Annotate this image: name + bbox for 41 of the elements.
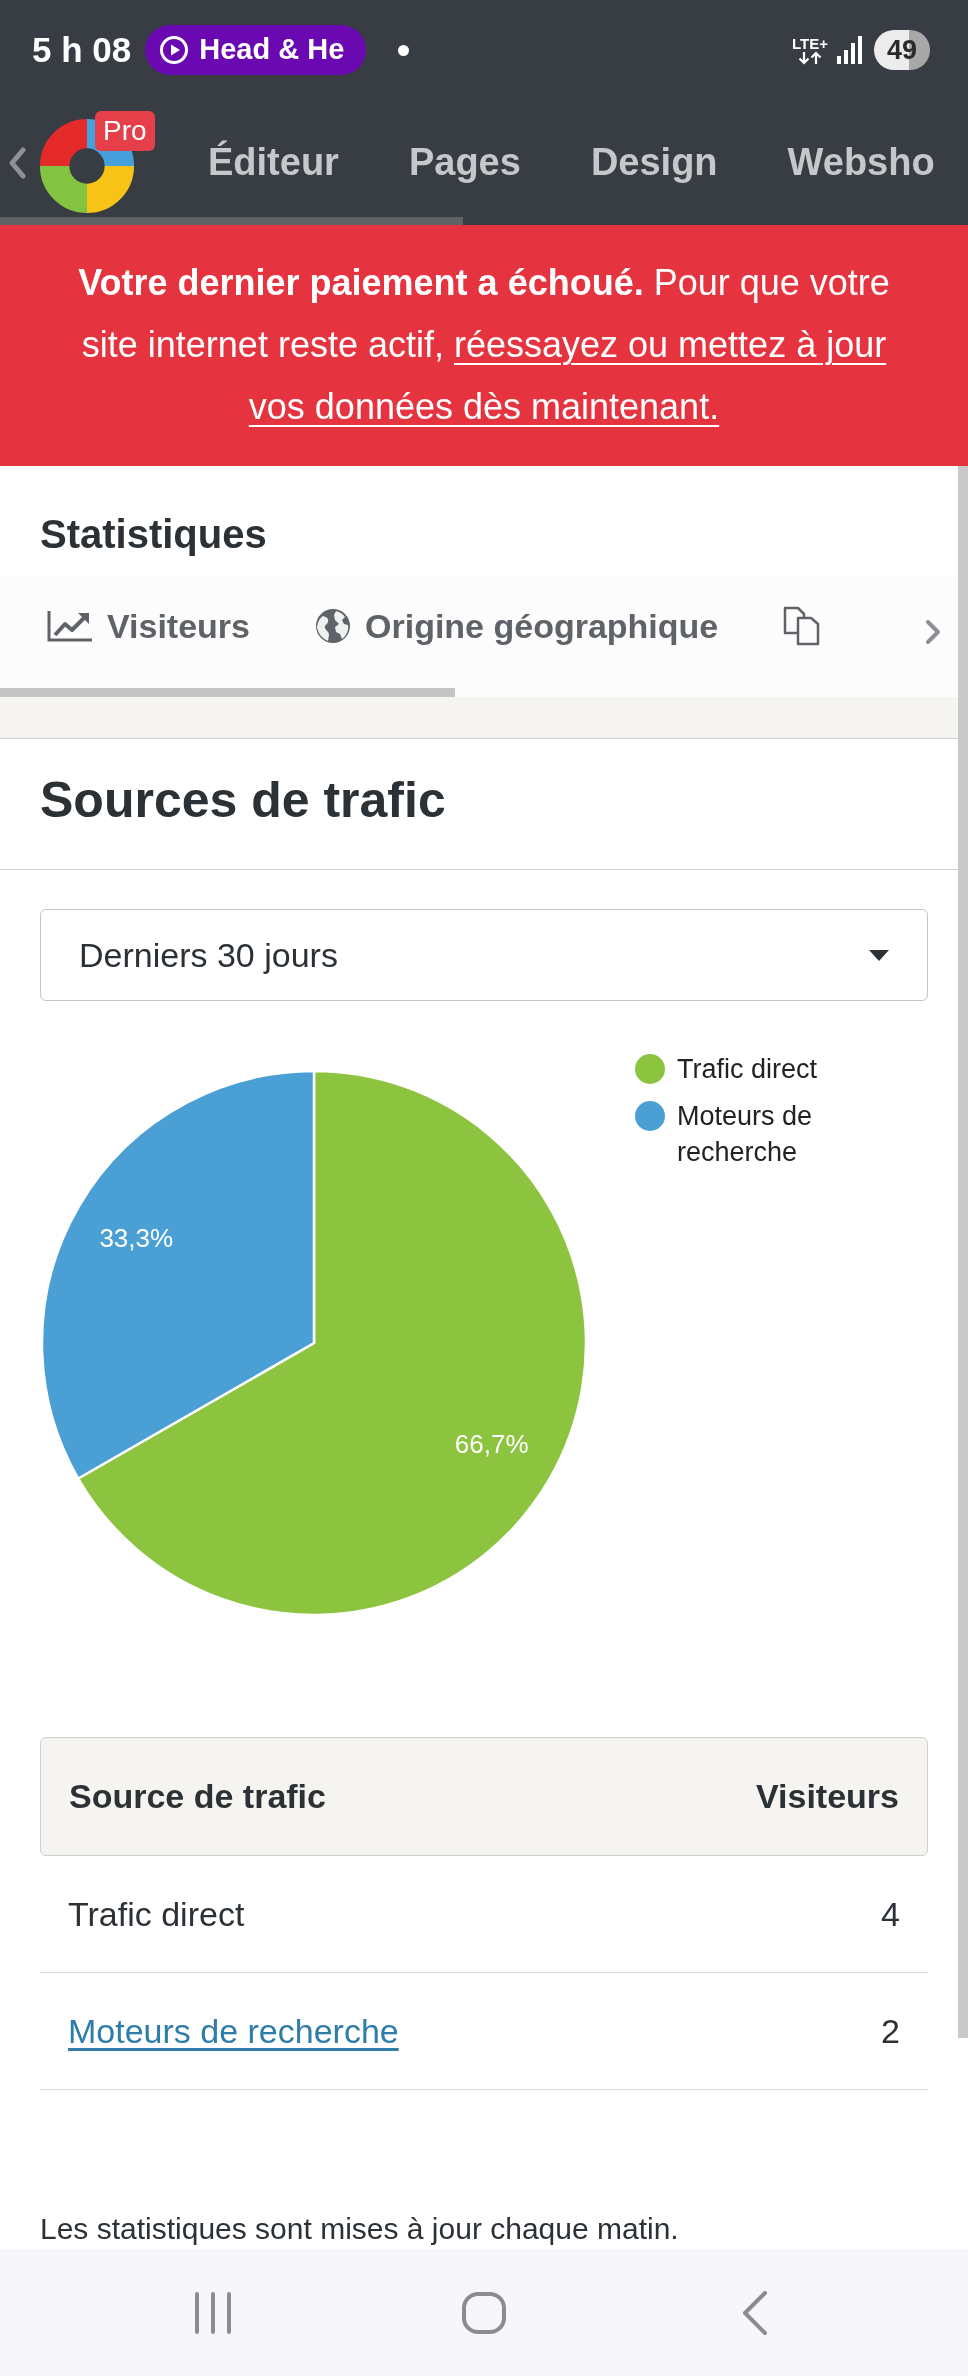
column-header: Visiteurs [756, 1776, 899, 1817]
globe-icon [315, 608, 351, 644]
battery-indicator: 49 [874, 30, 930, 70]
home-icon[interactable] [462, 2291, 506, 2334]
update-payment-link[interactable]: vos données dès maintenant. [248, 386, 720, 427]
stats-tab[interactable]: Origine géographique [315, 604, 719, 648]
line-chart-icon [47, 610, 93, 642]
pages-icon [783, 606, 822, 646]
nav-tab[interactable]: Design [590, 134, 718, 191]
slice-label: 66,7% [454, 1428, 529, 1459]
play-circle-icon [159, 35, 190, 65]
table-cell-text: 2 [881, 2010, 900, 2052]
legend-label: Moteurs de recherche [677, 1100, 814, 1169]
source-link[interactable]: Moteurs de recherche [68, 2005, 399, 2057]
update-payment-link[interactable]: réessayez ou mettez à jour [453, 324, 887, 365]
back-icon[interactable] [742, 2290, 768, 2335]
page-title: Statistiques [40, 511, 267, 558]
update-note: Les statistiques sont mises à jour chaque matin. [40, 2211, 679, 2247]
slice-label: 33,3% [99, 1223, 174, 1253]
table-cell-text: 4 [881, 1893, 900, 1935]
notification-dot-icon [398, 44, 410, 56]
chevron-right-icon [925, 619, 941, 645]
column-header: Source de trafic [69, 1776, 326, 1817]
nav-tab[interactable]: Éditeur [208, 134, 339, 191]
period-dropdown[interactable]: Derniers 30 jours [40, 909, 928, 1001]
payment-alert-message: Votre dernier paiement a échoué. Pour que votre site internet reste actif, réessayez ou mettez à jour vos données dès maintenant. [77, 261, 891, 429]
nav-tab[interactable]: Websho [787, 134, 935, 191]
pro-badge: Pro [95, 110, 155, 151]
media-chip[interactable]: Head & He [145, 25, 367, 75]
data-arrows-icon [797, 50, 823, 65]
stats-tab[interactable] [783, 604, 822, 648]
nav-tab[interactable]: Pages [408, 134, 521, 191]
table-cell-text: Trafic direct [68, 1893, 245, 1935]
stats-tab[interactable]: Visiteurs [47, 604, 250, 648]
section-title: Sources de trafic [40, 771, 446, 830]
network-type-label: LTE+ [792, 35, 828, 51]
caret-down-icon [869, 949, 889, 961]
chevron-left-icon[interactable] [8, 146, 26, 179]
recent-apps-icon[interactable] [193, 2291, 233, 2334]
clock-time: 5 h 08 [32, 28, 132, 71]
legend-label: Trafic direct [677, 1053, 818, 1086]
